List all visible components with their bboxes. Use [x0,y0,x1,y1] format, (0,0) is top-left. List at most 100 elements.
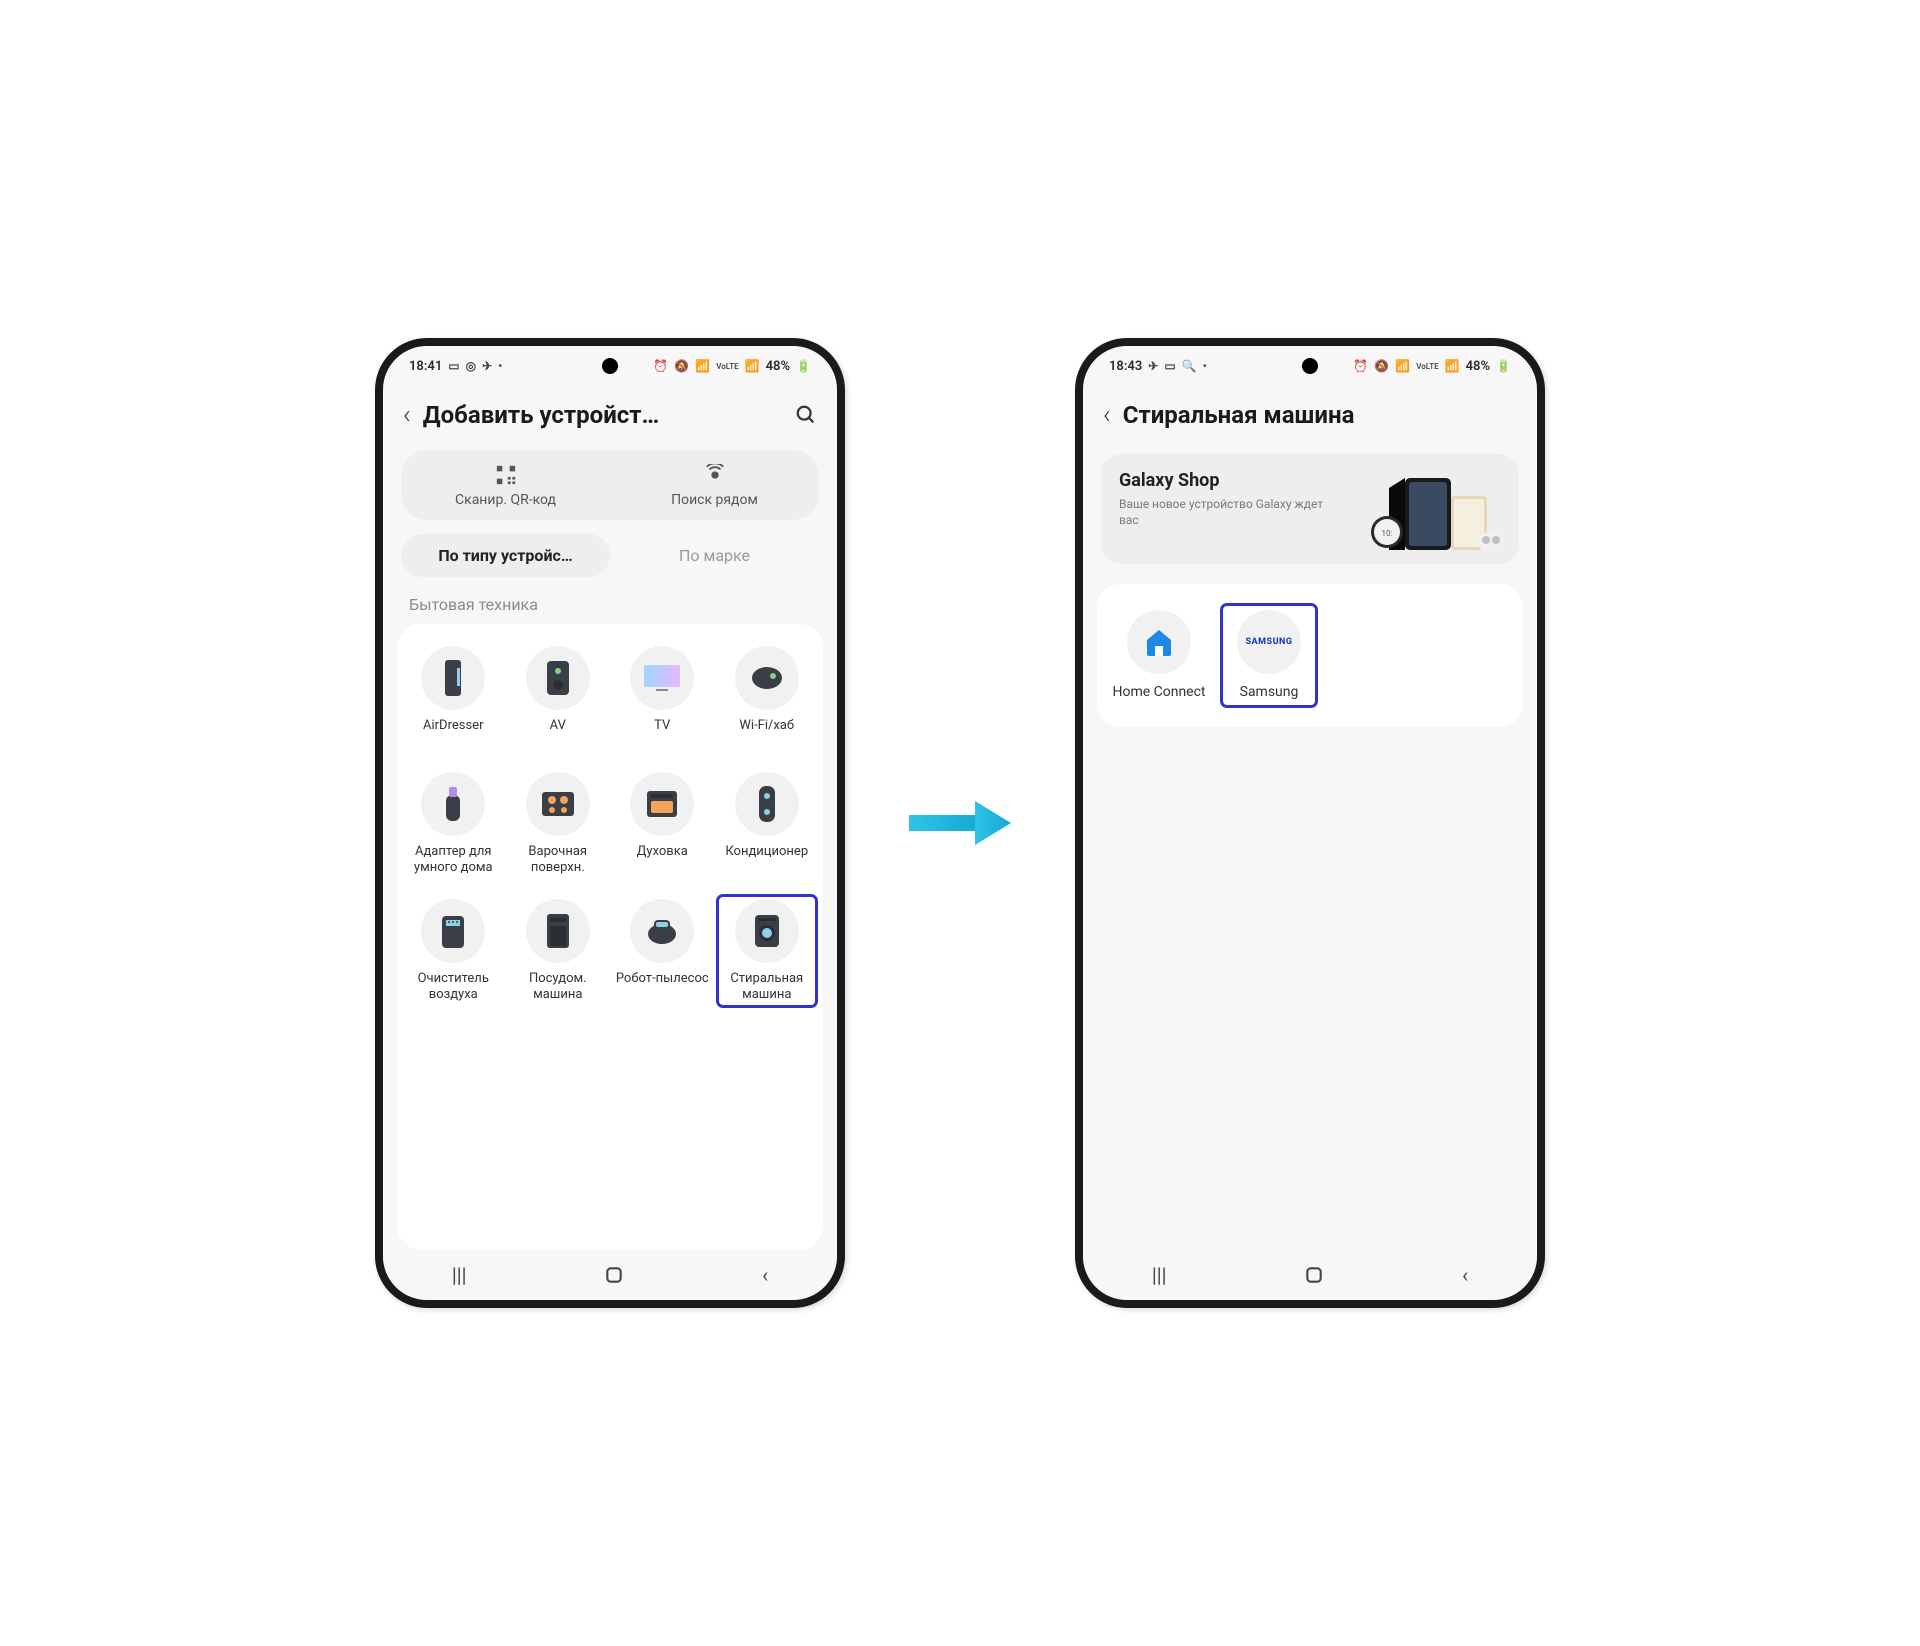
wifi-icon: 📶 [695,359,710,373]
scan-qr-button[interactable]: Сканир. QR-код [401,450,610,520]
device-airdresser[interactable]: AirDresser [403,642,504,754]
hub-icon [750,665,784,691]
device-label: Посудом. машина [510,971,607,1004]
brand-label: Samsung [1240,684,1299,701]
battery-icon: 🔋 [1496,359,1511,373]
device-av[interactable]: AV [508,642,609,754]
device-wifi-hub[interactable]: Wi-Fi/хаб [717,642,818,754]
alarm-icon: ⏰ [653,359,668,373]
brand-list-card: Home Connect SAMSUNG Samsung [1097,584,1523,727]
device-label: AV [550,718,566,750]
status-time: 18:41 [409,359,442,374]
phone-left: 18:41 ▭ ◎ ✈ • ⏰ 🔕 📶 VoLTE 📶 48% 🔋 ‹ Доба… [375,338,845,1308]
device-label: Робот-пылесос [616,971,709,1003]
device-label: AirDresser [423,718,483,750]
notif-icon: ◎ [466,359,476,373]
device-robot-vacuum[interactable]: Робот-пылесос [612,895,713,1008]
search-icon[interactable] [795,404,817,426]
mute-icon: 🔕 [674,359,689,373]
ac-icon [757,784,777,824]
app-header: ‹ Стиральная машина [1083,386,1537,440]
banner-products: 10: [1359,474,1509,558]
notif-icon: • [498,359,502,373]
radar-icon [704,464,726,486]
nav-home-icon[interactable] [1304,1265,1324,1285]
notif-icon: ✈ [1148,359,1158,373]
tab-label: По марке [679,546,750,565]
page-title: Добавить устройст… [423,401,783,429]
banner-subtitle: Ваше новое устройство Galaxy ждет вас [1119,497,1341,528]
cooktop-icon [540,790,576,818]
lte-icon: VoLTE [716,362,738,371]
device-cooktop[interactable]: Варочная поверхн. [508,768,609,881]
tab-by-brand[interactable]: По марке [610,534,819,577]
notif-icon: ▭ [1164,359,1175,373]
scan-qr-label: Сканир. QR-код [455,492,556,508]
brand-label: Home Connect [1112,684,1205,701]
status-battery: 48% [766,359,790,374]
tv-icon [642,663,682,693]
nav-home-icon[interactable] [604,1265,624,1285]
speaker-icon [545,659,571,697]
washer-icon [752,913,782,949]
device-grid-card: AirDresser AV TV Wi-Fi/хаб Адаптер [397,624,823,1250]
nav-back-icon[interactable]: ‹ [762,1263,768,1287]
device-smart-adapter[interactable]: Адаптер для умного дома [403,768,504,881]
device-washing-machine[interactable]: Стиральная машина [717,895,818,1008]
device-dishwasher[interactable]: Посудом. машина [508,895,609,1008]
tab-by-device-type[interactable]: По типу устройс… [401,534,610,577]
notif-icon: ▭ [448,359,459,373]
battery-icon: 🔋 [796,359,811,373]
airdresser-icon [439,658,467,698]
device-label: Адаптер для умного дома [405,844,502,877]
android-navbar: ||| ‹ [1083,1250,1537,1300]
nav-recent-icon[interactable]: ||| [452,1263,467,1287]
device-tv[interactable]: TV [612,642,713,754]
alarm-icon: ⏰ [1353,359,1368,373]
device-oven[interactable]: Духовка [612,768,713,881]
galaxy-shop-banner[interactable]: Galaxy Shop Ваше новое устройство Galaxy… [1101,454,1519,564]
transition-arrow-icon [905,793,1015,853]
page-title: Стиральная машина [1123,401,1517,429]
brand-home-connect[interactable]: Home Connect [1111,604,1207,707]
device-label: Кондиционер [725,844,808,876]
home-connect-icon [1141,624,1177,660]
device-air-purifier[interactable]: Очиститель воздуха [403,895,504,1008]
tab-bar: По типу устройс… По марке [401,534,819,577]
back-icon[interactable]: ‹ [1103,400,1111,430]
back-icon[interactable]: ‹ [403,400,411,430]
search-nearby-button[interactable]: Поиск рядом [610,450,819,520]
device-label: TV [654,718,670,750]
purifier-icon [438,912,468,950]
svg-text:10:: 10: [1382,529,1393,538]
qr-icon [495,464,517,486]
signal-icon: 📶 [1445,359,1460,373]
device-label: Очиститель воздуха [405,971,502,1004]
robot-vacuum-icon [645,916,679,946]
notif-icon: ✈ [482,359,492,373]
tab-label: По типу устройс… [438,546,572,565]
quick-actions: Сканир. QR-код Поиск рядом [401,450,819,520]
dongle-icon [442,785,464,823]
android-navbar: ||| ‹ [383,1250,837,1300]
device-label: Варочная поверхн. [510,844,607,877]
dishwasher-icon [544,912,572,950]
app-header: ‹ Добавить устройст… [383,386,837,440]
oven-icon [645,789,679,819]
device-label: Духовка [637,844,688,876]
samsung-logo-icon: SAMSUNG [1245,637,1292,647]
device-label: Стиральная машина [719,971,816,1004]
device-label: Wi-Fi/хаб [739,718,794,750]
lte-icon: VoLTE [1416,362,1438,371]
search-nearby-label: Поиск рядом [671,492,758,508]
signal-icon: 📶 [745,359,760,373]
camera-cutout [602,358,618,374]
status-time: 18:43 [1109,359,1142,374]
nav-back-icon[interactable]: ‹ [1462,1263,1468,1287]
notif-icon: • [1203,359,1207,373]
nav-recent-icon[interactable]: ||| [1152,1263,1167,1287]
brand-samsung[interactable]: SAMSUNG Samsung [1221,604,1317,707]
wifi-icon: 📶 [1395,359,1410,373]
mute-icon: 🔕 [1374,359,1389,373]
device-air-conditioner[interactable]: Кондиционер [717,768,818,881]
